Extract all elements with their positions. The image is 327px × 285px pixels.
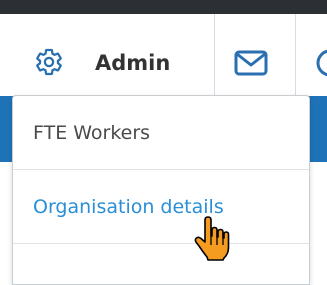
top-bar — [0, 0, 327, 14]
admin-label: Admin — [95, 51, 171, 75]
navbar-item-partial[interactable] — [305, 14, 327, 96]
menu-item-organisation-details[interactable]: Organisation details — [13, 171, 309, 244]
circle-icon — [316, 49, 327, 77]
navbar-divider — [295, 14, 296, 96]
hand-pointer-cursor-icon — [194, 216, 230, 261]
admin-dropdown-menu: FTE Workers Organisation details — [12, 95, 310, 285]
envelope-icon — [234, 50, 268, 76]
navbar-divider — [214, 14, 215, 96]
menu-item-fte-workers[interactable]: FTE Workers — [13, 97, 309, 170]
admin-menu-toggle[interactable]: Admin — [14, 14, 214, 96]
gear-icon — [36, 48, 62, 76]
messages-button[interactable] — [230, 14, 292, 96]
